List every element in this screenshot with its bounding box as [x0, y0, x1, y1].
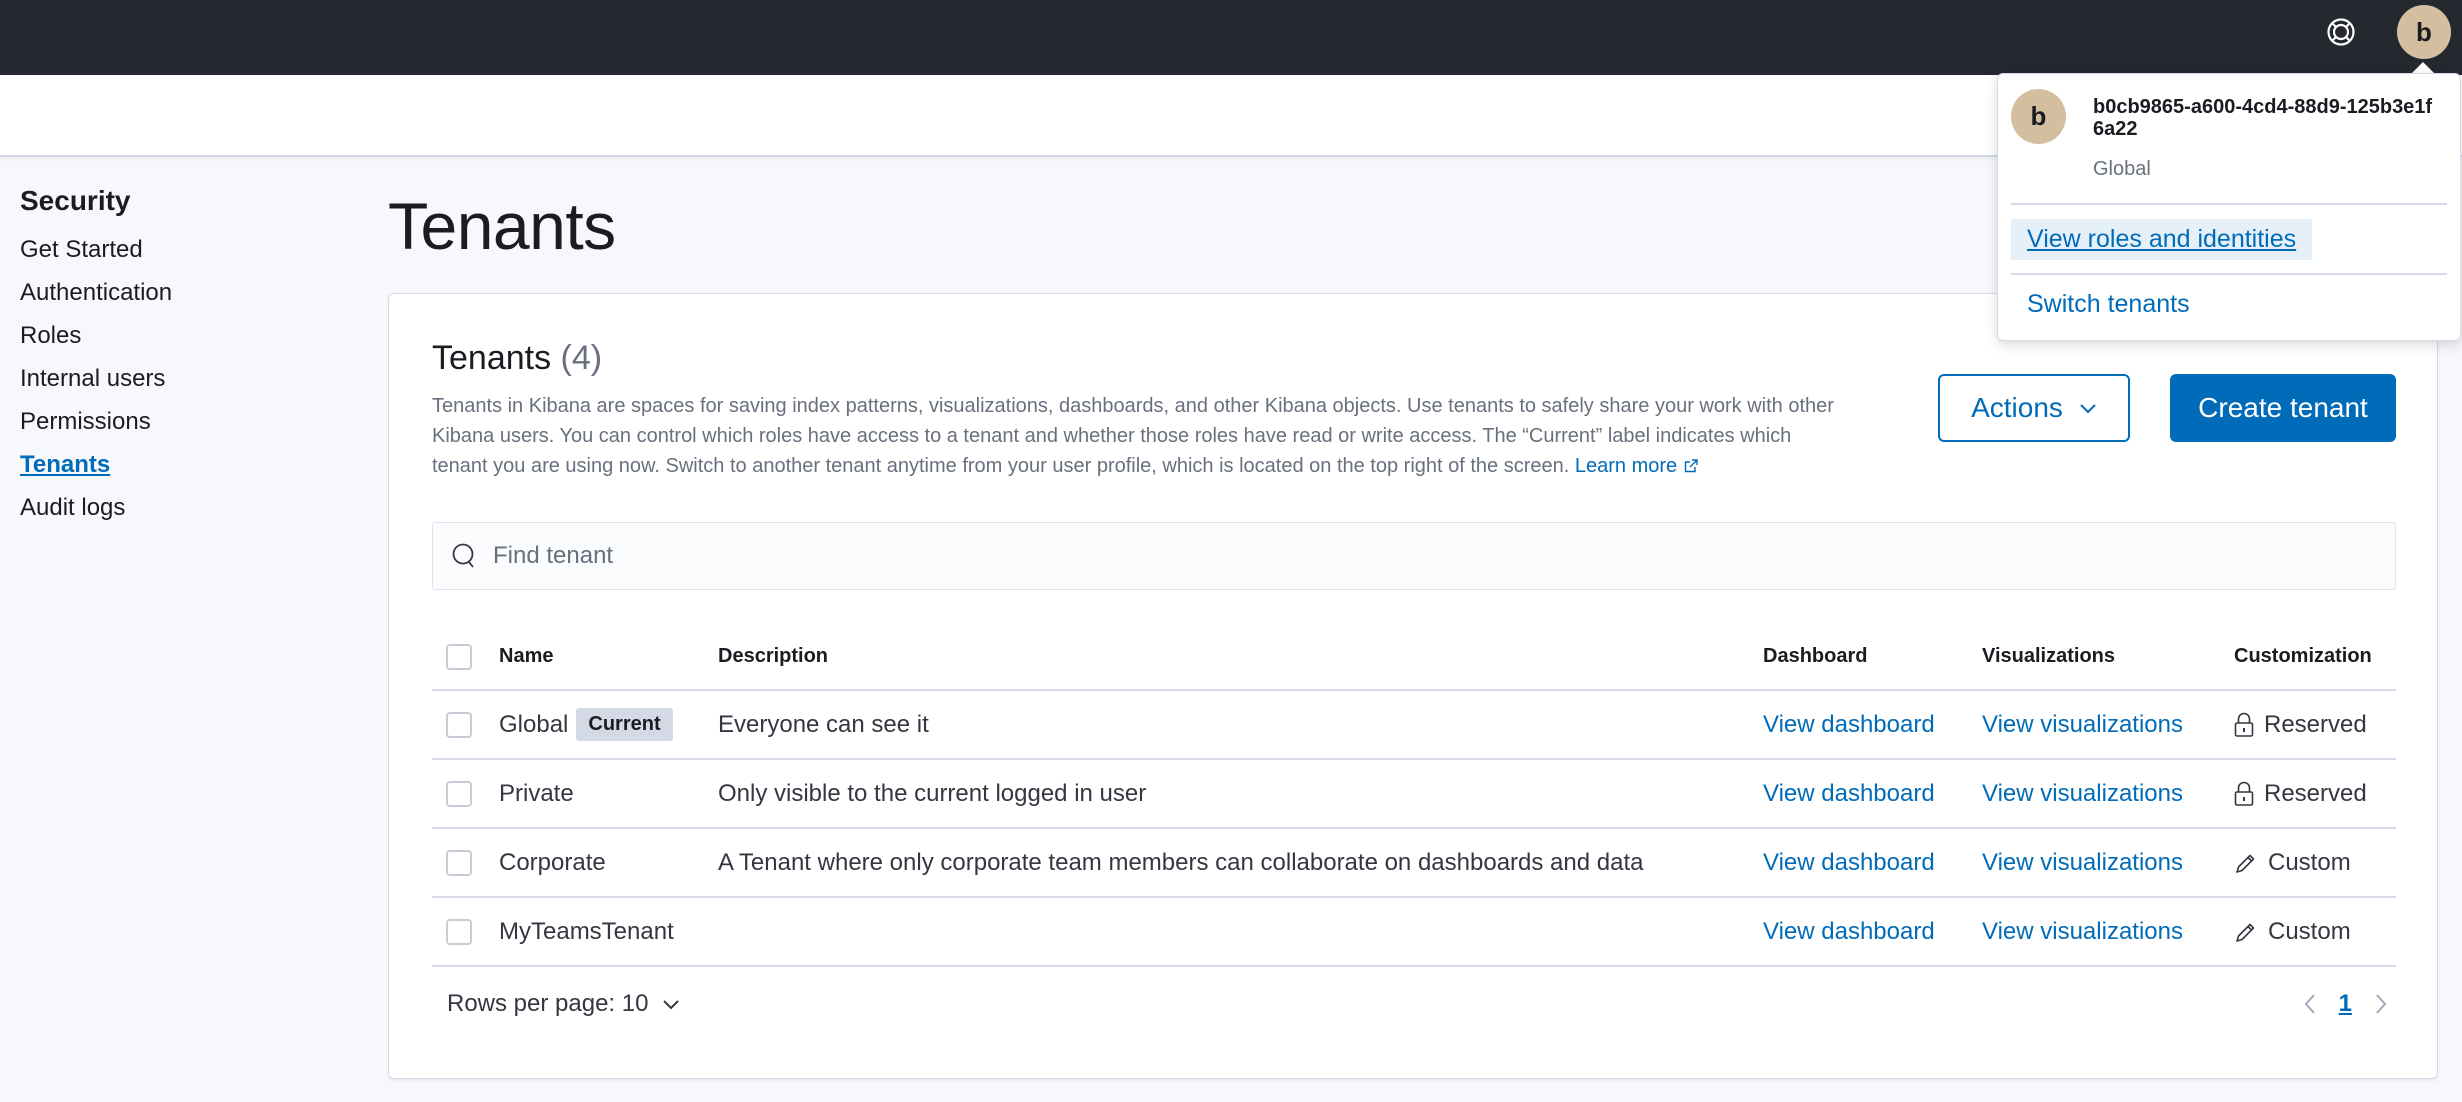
- view-dashboard-link[interactable]: View dashboard: [1763, 780, 1982, 808]
- user-avatar-button[interactable]: b: [2397, 5, 2451, 59]
- tenant-description: A Tenant where only corporate team membe…: [718, 848, 1644, 876]
- tenants-table: Name Description Dashboard Visualization…: [432, 624, 2396, 967]
- create-tenant-button[interactable]: Create tenant: [2170, 374, 2396, 442]
- row-checkbox[interactable]: [446, 918, 472, 945]
- sidebar-item-internal-users[interactable]: Internal users: [20, 364, 360, 407]
- search-icon: [452, 543, 474, 568]
- popover-divider: [2011, 203, 2447, 205]
- sidebar-item-get-started[interactable]: Get Started: [20, 235, 360, 278]
- panel-title: Tenants (4): [432, 339, 602, 378]
- column-header-name[interactable]: Name: [499, 645, 718, 668]
- help-lifebuoy-icon[interactable]: [2325, 16, 2357, 48]
- tenant-name: Global: [499, 710, 569, 738]
- sidebar-item-audit-logs[interactable]: Audit logs: [20, 493, 360, 536]
- find-tenant-input[interactable]: [493, 542, 2293, 570]
- sidebar-title: Security: [20, 185, 131, 216]
- table-row: Corporate A Tenant where only corporate …: [432, 829, 2396, 898]
- lock-icon: [2234, 781, 2254, 806]
- pagination-row: Rows per page: 10 1: [432, 984, 2396, 1024]
- chevron-down-icon: [663, 1000, 680, 1010]
- popover-username: b0cb9865-a600-4cd4-88d9-125b3e1f6a22: [2093, 96, 2433, 140]
- learn-more-label: Learn more: [1574, 455, 1678, 477]
- security-sidebar: Security Get Started Authentication Role…: [20, 185, 360, 536]
- view-roles-and-identities-link[interactable]: View roles and identities: [2011, 219, 2313, 260]
- column-header-dashboard: Dashboard: [1763, 645, 1868, 667]
- view-visualizations-link[interactable]: View visualizations: [1982, 849, 2234, 877]
- column-header-description[interactable]: Description: [718, 645, 1763, 668]
- row-checkbox[interactable]: [446, 711, 472, 738]
- pencil-icon: [2236, 923, 2255, 942]
- external-link-icon: [1684, 459, 1698, 473]
- table-row: Private Only visible to the current logg…: [432, 760, 2396, 829]
- chevron-down-icon: [2080, 404, 2096, 414]
- row-checkbox[interactable]: [446, 780, 472, 807]
- switch-tenants-link[interactable]: Switch tenants: [2027, 290, 2190, 319]
- column-header-customization: Customization: [2234, 645, 2372, 667]
- pager: 1: [2303, 990, 2388, 1018]
- view-dashboard-link[interactable]: View dashboard: [1763, 849, 1982, 877]
- table-header-row: Name Description Dashboard Visualization…: [432, 624, 2396, 691]
- sidebar-item-tenants[interactable]: Tenants: [20, 450, 360, 493]
- pencil-icon: [2236, 854, 2255, 873]
- actions-dropdown-button[interactable]: Actions: [1938, 374, 2130, 442]
- top-nav-bar: b: [0, 0, 2462, 75]
- panel-description: Tenants in Kibana are spaces for saving …: [432, 391, 1852, 481]
- table-row: Global Current Everyone can see it View d…: [432, 691, 2396, 760]
- customization-label: Custom: [2268, 848, 2351, 876]
- tenant-name: Private: [499, 779, 574, 807]
- rows-per-page-button[interactable]: Rows per page: 10: [447, 990, 680, 1018]
- row-checkbox[interactable]: [446, 849, 472, 876]
- view-visualizations-link[interactable]: View visualizations: [1982, 780, 2234, 808]
- view-visualizations-link[interactable]: View visualizations: [1982, 711, 2234, 739]
- popover-avatar: b: [2011, 89, 2066, 144]
- customization-label: Reserved: [2264, 710, 2367, 738]
- page-title: Tenants: [388, 189, 616, 263]
- search-box[interactable]: [432, 522, 2396, 590]
- tenant-count: (4): [560, 339, 603, 377]
- user-menu-popover: b b0cb9865-a600-4cd4-88d9-125b3e1f6a22 G…: [1997, 73, 2461, 341]
- customization-label: Custom: [2268, 917, 2351, 945]
- tenant-description: Only visible to the current logged in us…: [718, 779, 1147, 807]
- current-badge: Current: [576, 708, 673, 741]
- sidebar-item-roles[interactable]: Roles: [20, 321, 360, 364]
- chevron-right-icon[interactable]: [2374, 992, 2388, 1016]
- view-visualizations-link[interactable]: View visualizations: [1982, 918, 2234, 946]
- view-dashboard-link[interactable]: View dashboard: [1763, 918, 1982, 946]
- lock-icon: [2234, 712, 2254, 737]
- popover-divider: [2011, 273, 2447, 275]
- popover-current-tenant: Global: [2093, 158, 2151, 180]
- column-header-visualizations: Visualizations: [1982, 645, 2116, 667]
- rows-per-page-label: Rows per page: 10: [447, 990, 649, 1017]
- tenant-name: MyTeamsTenant: [499, 917, 674, 945]
- table-row: MyTeamsTenant View dashboard View visual…: [432, 898, 2396, 967]
- view-dashboard-link[interactable]: View dashboard: [1763, 711, 1982, 739]
- select-all-checkbox[interactable]: [446, 643, 472, 670]
- panel-title-text: Tenants: [432, 339, 552, 377]
- customization-label: Reserved: [2264, 779, 2367, 807]
- tenant-name: Corporate: [499, 848, 606, 876]
- sidebar-item-permissions[interactable]: Permissions: [20, 407, 360, 450]
- page-number-button[interactable]: 1: [2339, 990, 2352, 1018]
- tenant-description: Everyone can see it: [718, 710, 929, 738]
- chevron-left-icon[interactable]: [2303, 992, 2317, 1016]
- sidebar-item-authentication[interactable]: Authentication: [20, 278, 360, 321]
- actions-label: Actions: [1971, 392, 2063, 423]
- tenants-panel: Tenants (4) Tenants in Kibana are spaces…: [388, 293, 2438, 1079]
- learn-more-link[interactable]: Learn more: [1575, 455, 1699, 477]
